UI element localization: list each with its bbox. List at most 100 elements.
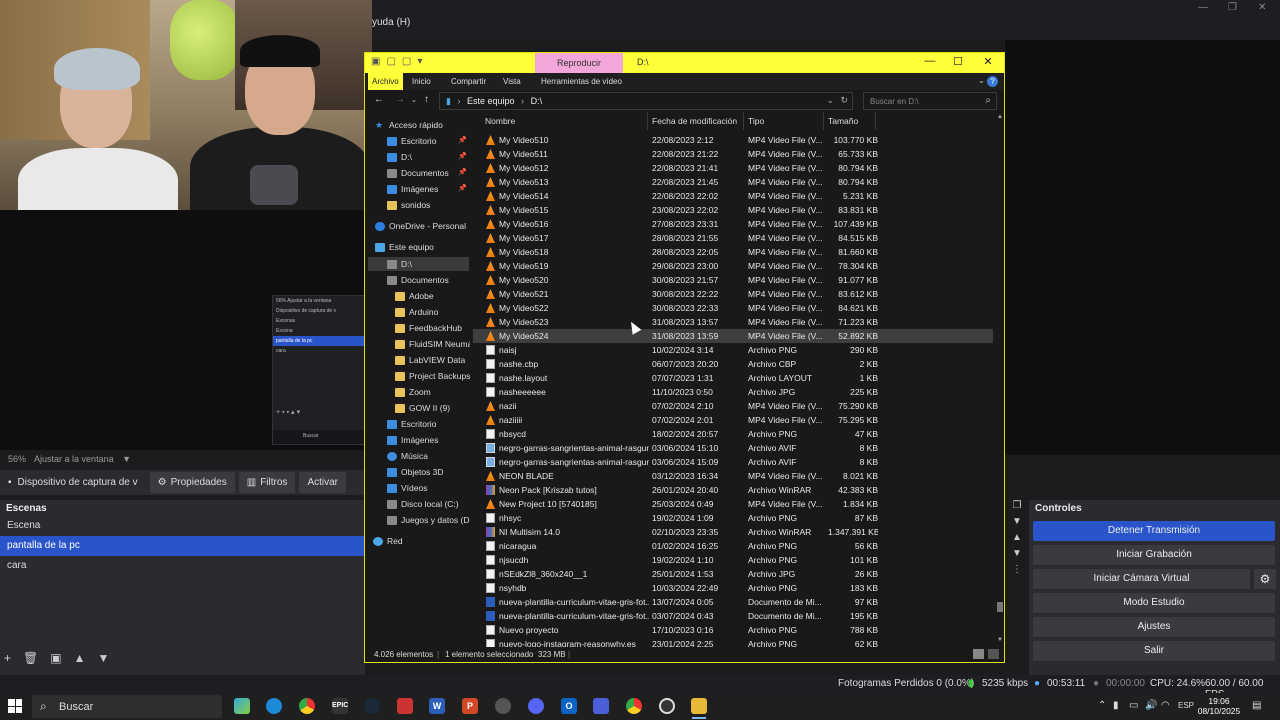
file-row[interactable]: nashe.cbp 06/07/2023 20:20 Archivo CBP 2 KB: [473, 357, 993, 371]
file-row[interactable]: My Video516 27/08/2023 23:31 MP4 Video Fil…: [473, 217, 993, 231]
file-row[interactable]: My Video524 31/08/2023 13:59 MP4 Video Fil…: [473, 329, 993, 343]
dock-down-icon[interactable]: ▼: [1008, 548, 1026, 564]
gear-icon[interactable]: ⚙: [1254, 569, 1276, 589]
maximize-icon[interactable]: ☐: [948, 55, 968, 68]
close-icon[interactable]: ✕: [978, 55, 998, 68]
nav-item[interactable]: Música: [387, 451, 428, 461]
move-down-icon[interactable]: ▼: [97, 651, 109, 669]
file-row[interactable]: NEON BLADE 03/12/2023 16:34 MP4 Video File…: [473, 469, 993, 483]
file-row[interactable]: nbsycd 18/02/2024 20:57 Archivo PNG 47 KB: [473, 427, 993, 441]
add-scene-icon[interactable]: +: [4, 651, 11, 669]
start-recording-button[interactable]: Iniciar Grabación: [1033, 545, 1275, 565]
nav-item[interactable]: Disco local (C:): [387, 499, 459, 509]
address-dropdown-icon[interactable]: ⌄: [826, 95, 834, 106]
file-row[interactable]: NI Multisim 14.0 02/10/2023 23:35 Archivo …: [473, 525, 993, 539]
file-row[interactable]: naziiiii 07/02/2024 2:01 MP4 Video File (V…: [473, 413, 993, 427]
scroll-thumb[interactable]: [997, 602, 1003, 612]
tab-archivo[interactable]: Archivo: [368, 73, 403, 90]
steam-icon[interactable]: [364, 698, 380, 714]
ribbon-expand-icon[interactable]: ⌄: [978, 76, 985, 85]
app-icon-dark[interactable]: [495, 698, 511, 714]
minimize-icon[interactable]: —: [920, 55, 940, 67]
nav-item[interactable]: Escritorio: [387, 136, 436, 146]
properties-button[interactable]: ⚙ Propiedades: [149, 472, 235, 493]
nav-item[interactable]: ★ Acceso rápido: [375, 120, 443, 130]
dock-more-icon[interactable]: ⋮: [1008, 564, 1026, 580]
file-row[interactable]: nueva-plantilla-curriculum-vitae-gris-fo…: [473, 595, 993, 609]
app-icon-blue[interactable]: [593, 698, 609, 714]
file-row[interactable]: nashe.layout 07/07/2023 1:31 Archivo LAYOU…: [473, 371, 993, 385]
nav-item[interactable]: FeedbackHub: [395, 323, 462, 333]
file-row[interactable]: My Video519 29/08/2023 23:00 MP4 Video Fil…: [473, 259, 993, 273]
quick-access-toolbar[interactable]: ▣▢▢▾: [371, 56, 428, 67]
clock[interactable]: 19:06 08/10/2025: [1196, 696, 1242, 716]
file-row[interactable]: nasheeeeee 11/10/2023 0:50 Archivo JPG 225 …: [473, 385, 993, 399]
nav-item[interactable]: Imágenes: [387, 435, 438, 445]
tab-video-tools[interactable]: Herramientas de vídeo: [541, 77, 622, 86]
nav-item[interactable]: Escritorio: [387, 419, 436, 429]
move-up-icon[interactable]: ▲: [74, 651, 86, 669]
studio-mode-button[interactable]: Modo Estudio: [1033, 593, 1275, 613]
file-row[interactable]: nhsyc 19/02/2024 1:09 Archivo PNG 87 KB: [473, 511, 993, 525]
file-row[interactable]: My Video521 30/08/2023 22:22 MP4 Video Fil…: [473, 287, 993, 301]
column-date[interactable]: Fecha de modificación: [648, 112, 744, 130]
file-row[interactable]: My Video513 22/08/2023 21:45 MP4 Video Fil…: [473, 175, 993, 189]
windows-start-icon[interactable]: [8, 699, 22, 713]
search-input[interactable]: Buscar en D:\ ⌕: [863, 92, 997, 110]
nav-item[interactable]: FluidSIM Neumáti: [395, 339, 470, 349]
copilot-icon[interactable]: [234, 698, 250, 714]
start-virtual-cam-button[interactable]: Iniciar Cámara Virtual: [1033, 569, 1250, 589]
up-icon[interactable]: ↑: [424, 94, 429, 105]
column-type[interactable]: Tipo: [744, 112, 824, 130]
file-row[interactable]: nsyhdb 10/03/2024 22:49 Archivo PNG 183 KB: [473, 581, 993, 595]
file-row[interactable]: My Video522 30/08/2023 22:33 MP4 Video Fil…: [473, 301, 993, 315]
dock-up-icon[interactable]: ▲: [1008, 532, 1026, 548]
chrome-profile-icon[interactable]: [626, 698, 642, 714]
settings-button[interactable]: Ajustes: [1033, 617, 1275, 637]
nav-item[interactable]: Red: [373, 536, 403, 546]
file-row[interactable]: Neon Pack [Kriszab tutos] 26/01/2024 20:4…: [473, 483, 993, 497]
file-explorer-icon[interactable]: [691, 698, 707, 714]
nav-item[interactable]: GOW II (9): [395, 403, 450, 413]
tab-compartir[interactable]: Compartir: [451, 77, 486, 86]
dock-float-icon[interactable]: ❐: [1008, 500, 1026, 516]
nav-item[interactable]: LabVIEW Data: [395, 355, 465, 365]
tab-inicio[interactable]: Inicio: [412, 77, 431, 86]
file-row[interactable]: My Video518 28/08/2023 22:05 MP4 Video Fil…: [473, 245, 993, 259]
file-row[interactable]: nueva-plantilla-curriculum-vitae-gris-fo…: [473, 609, 993, 623]
powerpoint-icon[interactable]: P: [462, 698, 478, 714]
nav-item[interactable]: D:\: [387, 152, 412, 162]
file-row[interactable]: My Video514 22/08/2023 22:02 MP4 Video Fil…: [473, 189, 993, 203]
refresh-icon[interactable]: ↻: [840, 95, 848, 106]
recent-dropdown-icon[interactable]: ⌄: [411, 96, 417, 104]
nav-item[interactable]: sonidos: [387, 200, 430, 210]
breadcrumb-this-pc[interactable]: Este equipo: [467, 96, 515, 106]
scroll-up-icon[interactable]: ▲: [996, 114, 1004, 120]
scene-item[interactable]: cara: [0, 556, 365, 576]
dock-dropdown-icon[interactable]: ▼: [1008, 516, 1026, 532]
exit-button[interactable]: Salir: [1033, 641, 1275, 661]
nav-item[interactable]: Objetos 3D: [387, 467, 444, 477]
zoom-fit-dropdown[interactable]: Ajustar a la ventana: [34, 454, 114, 464]
scene-item[interactable]: Escena: [0, 516, 365, 536]
display-icon[interactable]: ▭: [1129, 700, 1138, 711]
stop-stream-button[interactable]: Detener Transmisión: [1033, 521, 1275, 541]
nav-item[interactable]: Arduino: [395, 307, 438, 317]
nav-item[interactable]: Adobe: [395, 291, 434, 301]
large-icons-view-icon[interactable]: [988, 649, 999, 659]
filter-icon[interactable]: ▣: [50, 651, 61, 669]
filters-button[interactable]: ▥ Filtros: [238, 472, 296, 493]
file-row[interactable]: New Project 10 [5740185] 25/03/2024 0:49 M…: [473, 497, 993, 511]
scene-item[interactable]: pantalla de la pc: [0, 536, 365, 556]
nav-item[interactable]: D:\: [387, 259, 412, 269]
network-icon[interactable]: ▮: [1113, 700, 1119, 711]
file-row[interactable]: My Video523 31/08/2023 13:57 MP4 Video Fil…: [473, 315, 993, 329]
file-row[interactable]: My Video515 23/08/2023 22:02 MP4 Video Fil…: [473, 203, 993, 217]
back-icon[interactable]: ←: [374, 94, 384, 105]
nav-item[interactable]: Vídeos: [387, 483, 427, 493]
wifi-icon[interactable]: ◠: [1161, 700, 1170, 711]
file-row[interactable]: njsucdh 19/02/2024 1:10 Archivo PNG 101 KB: [473, 553, 993, 567]
file-row[interactable]: negro-garras-sangrientas-animal-rasgun..…: [473, 441, 993, 455]
edge-icon[interactable]: [266, 698, 282, 714]
file-row[interactable]: negro-garras-sangrientas-animal-rasgun..…: [473, 455, 993, 469]
